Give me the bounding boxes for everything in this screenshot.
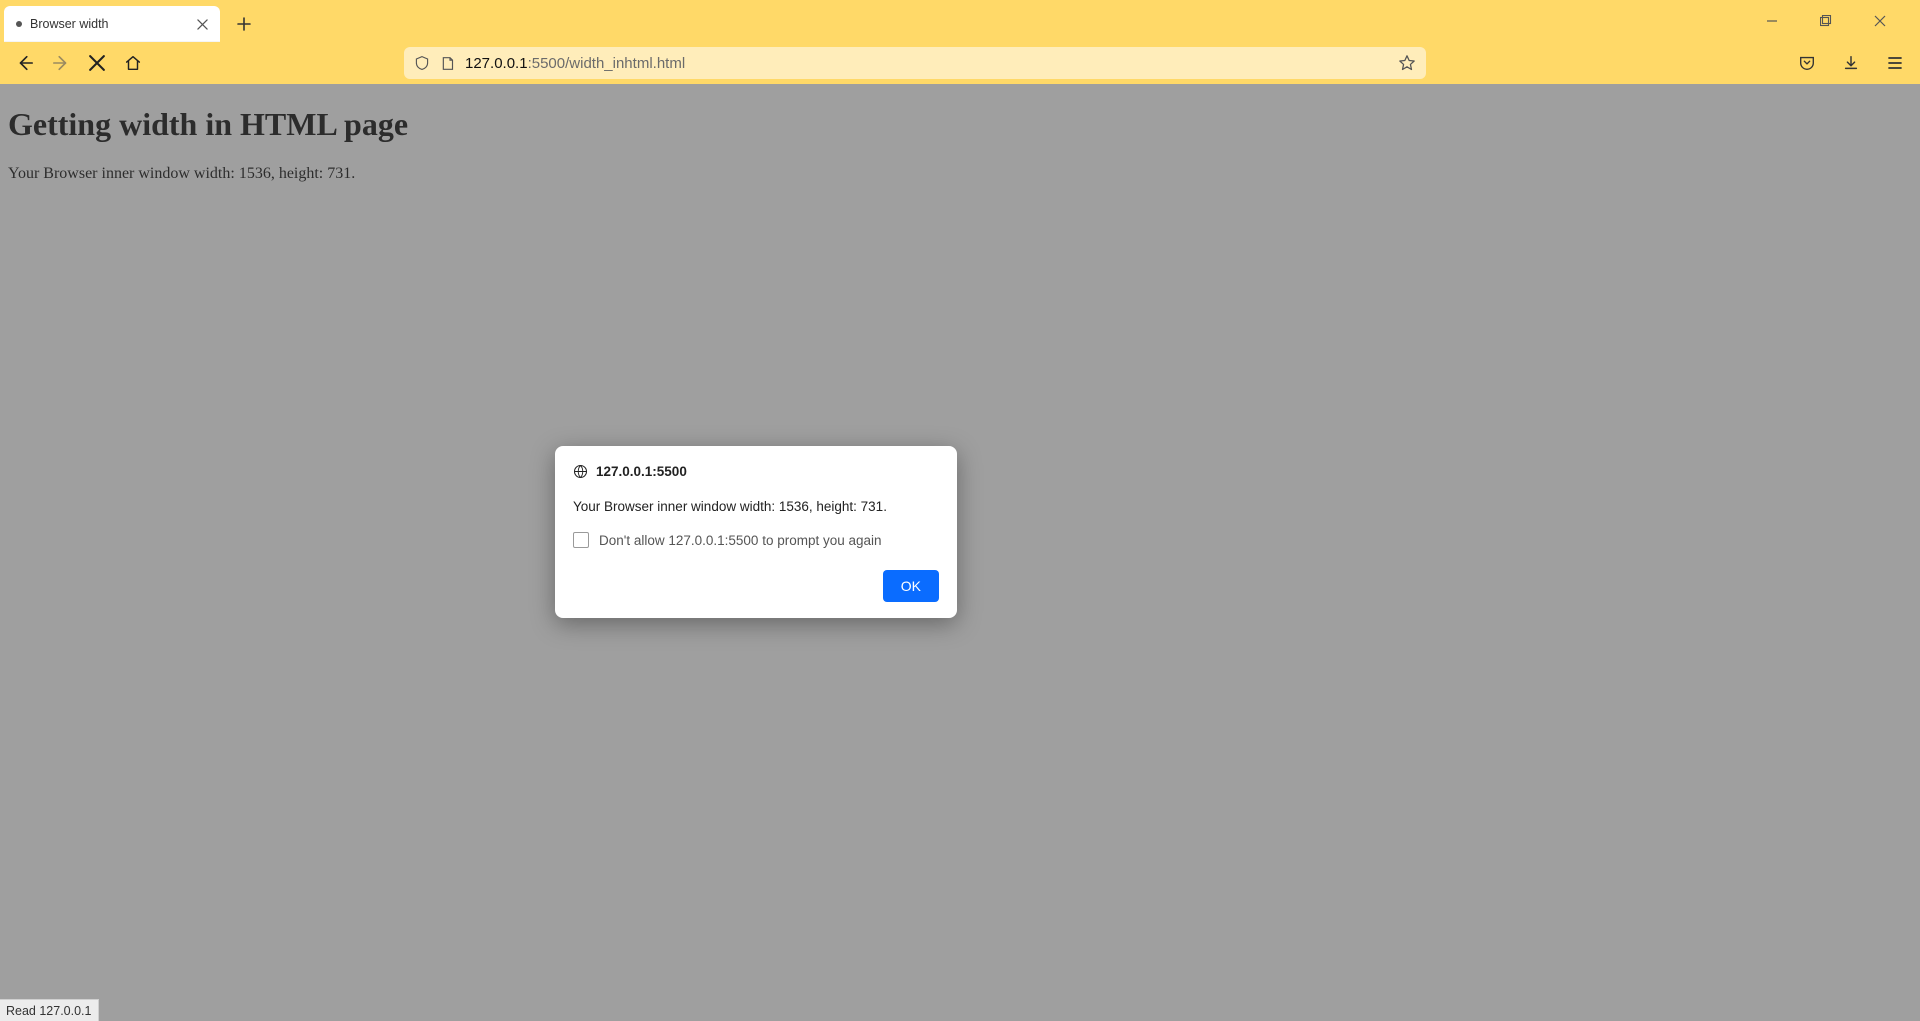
shield-icon[interactable] bbox=[414, 55, 430, 71]
dialog-ok-button[interactable]: OK bbox=[883, 570, 939, 602]
home-button[interactable] bbox=[118, 48, 148, 78]
globe-icon bbox=[573, 464, 588, 479]
page-info-icon[interactable] bbox=[440, 56, 455, 71]
dialog-message: Your Browser inner window width: 1536, h… bbox=[573, 499, 939, 514]
back-button[interactable] bbox=[10, 48, 40, 78]
toolbar: 127.0.0.1:5500/width_inhtml.html bbox=[0, 42, 1920, 84]
tab-strip: Browser width bbox=[0, 0, 1920, 42]
downloads-button[interactable] bbox=[1836, 48, 1866, 78]
loading-dot-icon bbox=[16, 21, 22, 27]
tab-browser-width[interactable]: Browser width bbox=[4, 6, 220, 42]
checkbox-box-icon bbox=[573, 532, 589, 548]
pocket-button[interactable] bbox=[1792, 48, 1822, 78]
forward-button[interactable] bbox=[46, 48, 76, 78]
window-minimize-button[interactable] bbox=[1754, 7, 1790, 35]
bookmark-star-icon[interactable] bbox=[1398, 54, 1416, 72]
url-path: /width_inhtml.html bbox=[565, 55, 685, 72]
new-tab-button[interactable] bbox=[230, 10, 258, 38]
dialog-suppress-checkbox[interactable]: Don't allow 127.0.0.1:5500 to prompt you… bbox=[573, 532, 939, 548]
url-host: 127.0.0.1 bbox=[465, 55, 528, 72]
url-port: :5500 bbox=[528, 55, 566, 72]
url-text: 127.0.0.1:5500/width_inhtml.html bbox=[465, 55, 685, 72]
status-text: Read 127.0.0.1 bbox=[6, 1004, 92, 1018]
page-viewport: Getting width in HTML page Your Browser … bbox=[0, 84, 1920, 1021]
status-bar: Read 127.0.0.1 bbox=[0, 999, 99, 1021]
close-tab-icon[interactable] bbox=[194, 16, 210, 32]
dialog-header: 127.0.0.1:5500 bbox=[573, 464, 939, 479]
stop-button[interactable] bbox=[82, 48, 112, 78]
address-bar[interactable]: 127.0.0.1:5500/width_inhtml.html bbox=[404, 47, 1426, 79]
application-menu-button[interactable] bbox=[1880, 48, 1910, 78]
dialog-origin: 127.0.0.1:5500 bbox=[596, 464, 687, 479]
tab-title: Browser width bbox=[30, 17, 186, 31]
window-close-button[interactable] bbox=[1862, 7, 1898, 35]
window-controls bbox=[1754, 0, 1916, 42]
window-maximize-button[interactable] bbox=[1808, 7, 1844, 35]
modal-overlay bbox=[0, 84, 1920, 1021]
js-alert-dialog: 127.0.0.1:5500 Your Browser inner window… bbox=[555, 446, 957, 618]
dialog-suppress-label: Don't allow 127.0.0.1:5500 to prompt you… bbox=[599, 533, 882, 548]
